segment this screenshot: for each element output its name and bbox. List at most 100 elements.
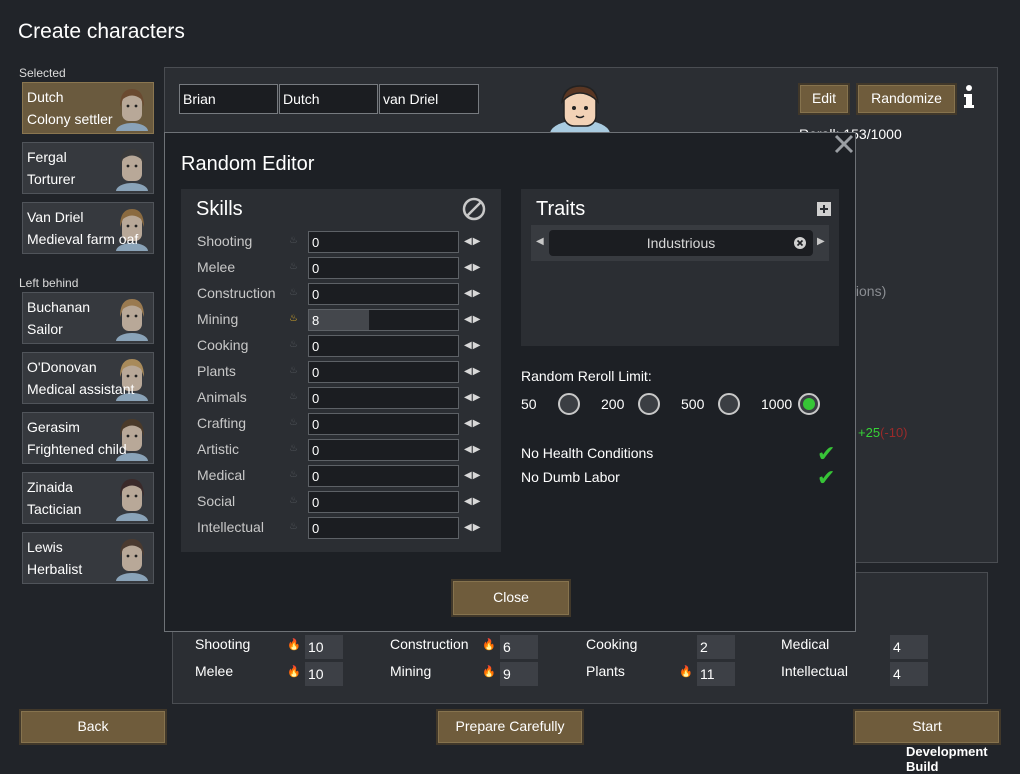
development-build-label: Development Build <box>906 744 988 774</box>
no-dumb-labor-label: No Dumb Labor <box>521 469 620 485</box>
passion-flame-icon[interactable]: ♨ <box>289 313 298 324</box>
info-icon[interactable] <box>962 84 976 110</box>
remove-trait-icon[interactable] <box>793 236 807 250</box>
skill-value-field[interactable]: 8 <box>308 309 459 331</box>
left-behind-pawn-card[interactable]: O'Donovan Medical assistant <box>22 352 154 409</box>
reroll-option-label: 500 <box>681 396 705 412</box>
passion-flame-icon[interactable]: ♨ <box>289 521 298 532</box>
clear-skills-icon[interactable] <box>462 197 486 221</box>
left-behind-pawn-card[interactable]: Buchanan Sailor <box>22 292 154 349</box>
decrease-arrow-icon[interactable]: ◀ <box>464 470 473 481</box>
close-icon[interactable] <box>833 133 855 155</box>
decrease-arrow-icon[interactable]: ◀ <box>464 288 473 299</box>
back-button[interactable]: Back <box>19 709 167 745</box>
increase-arrow-icon[interactable]: ▶ <box>473 418 482 429</box>
increase-arrow-icon[interactable]: ▶ <box>473 522 482 533</box>
left-behind-pawn-card[interactable]: Zinaida Tactician <box>22 472 154 529</box>
skill-value-field[interactable]: 0 <box>308 465 459 487</box>
skill-value-field[interactable]: 0 <box>308 283 459 305</box>
no-dumb-labor-checkbox[interactable]: ✔ <box>817 465 835 491</box>
no-health-conditions-checkbox[interactable]: ✔ <box>817 441 835 467</box>
passion-flame-icon[interactable]: ♨ <box>289 339 298 350</box>
increase-arrow-icon[interactable]: ▶ <box>473 314 482 325</box>
increase-arrow-icon[interactable]: ▶ <box>473 236 482 247</box>
skill-value-field[interactable]: 0 <box>308 491 459 513</box>
trait-row: ◀ Industrious ▶ <box>531 225 829 261</box>
decrease-arrow-icon[interactable]: ◀ <box>464 496 473 507</box>
nick-name-field[interactable]: Dutch <box>279 84 378 114</box>
pawn-portrait <box>115 537 149 589</box>
skill-stepper: ◀▶ <box>464 444 481 455</box>
skill-stepper: ◀▶ <box>464 340 481 351</box>
selected-pawn-card[interactable]: Dutch Colony settler <box>22 82 154 139</box>
summary-skill-label: Plants <box>586 663 625 679</box>
passion-flame-icon[interactable]: ♨ <box>289 235 298 246</box>
left-behind-pawn-card[interactable]: Lewis Herbalist <box>22 532 154 589</box>
reroll-option-radio[interactable] <box>718 393 740 415</box>
start-button[interactable]: Start <box>853 709 1001 745</box>
random-editor-dialog: Random Editor Skills Shooting ♨ 0 ◀▶ Melee ♨ 0… <box>164 132 856 632</box>
skill-value-field[interactable]: 0 <box>308 361 459 383</box>
edit-button[interactable]: Edit <box>798 83 850 115</box>
decrease-arrow-icon[interactable]: ◀ <box>464 314 473 325</box>
skill-value-field[interactable]: 0 <box>308 257 459 279</box>
first-name-field[interactable]: Brian <box>179 84 278 114</box>
left-behind-pawn-card[interactable]: Gerasim Frightened child <box>22 412 154 469</box>
page-title: Create characters <box>18 20 185 43</box>
last-name-field[interactable]: van Driel <box>379 84 479 114</box>
passion-flame-icon[interactable]: ♨ <box>289 261 298 272</box>
increase-arrow-icon[interactable]: ▶ <box>473 262 482 273</box>
passion-flame-icon[interactable]: ♨ <box>289 443 298 454</box>
passion-flame-icon[interactable]: ♨ <box>289 469 298 480</box>
decrease-arrow-icon[interactable]: ◀ <box>464 340 473 351</box>
pawn-name: Lewis <box>27 539 63 555</box>
increase-arrow-icon[interactable]: ▶ <box>473 366 482 377</box>
skill-value: 0 <box>312 365 320 380</box>
increase-arrow-icon[interactable]: ▶ <box>473 444 482 455</box>
skill-label: Artistic <box>197 441 239 457</box>
decrease-arrow-icon[interactable]: ◀ <box>464 392 473 403</box>
passion-flame-icon[interactable]: ♨ <box>289 495 298 506</box>
passion-flame-icon[interactable]: ♨ <box>289 417 298 428</box>
background-options-text: tions) <box>852 283 887 299</box>
skill-stepper: ◀▶ <box>464 314 481 325</box>
trait-prev-arrow[interactable]: ◀ <box>536 236 544 247</box>
skill-value-field[interactable]: 0 <box>308 231 459 253</box>
reroll-option-radio[interactable] <box>798 393 820 415</box>
skill-value-field[interactable]: 0 <box>308 387 459 409</box>
passion-flame-icon[interactable]: ♨ <box>289 287 298 298</box>
decrease-arrow-icon[interactable]: ◀ <box>464 418 473 429</box>
decrease-arrow-icon[interactable]: ◀ <box>464 366 473 377</box>
skill-value-field[interactable]: 0 <box>308 517 459 539</box>
reroll-option-label: 1000 <box>761 396 793 412</box>
trait-next-arrow[interactable]: ▶ <box>817 236 825 247</box>
increase-arrow-icon[interactable]: ▶ <box>473 288 482 299</box>
decrease-arrow-icon[interactable]: ◀ <box>464 444 473 455</box>
no-health-conditions-label: No Health Conditions <box>521 445 654 461</box>
skill-value-field[interactable]: 0 <box>308 439 459 461</box>
increase-arrow-icon[interactable]: ▶ <box>473 340 482 351</box>
decrease-arrow-icon[interactable]: ◀ <box>464 236 473 247</box>
skill-stepper: ◀▶ <box>464 496 481 507</box>
close-button[interactable]: Close <box>451 579 571 617</box>
selected-pawn-card[interactable]: Fergal Torturer <box>22 142 154 199</box>
increase-arrow-icon[interactable]: ▶ <box>473 470 482 481</box>
passion-flame-icon[interactable]: ♨ <box>289 391 298 402</box>
randomize-button[interactable]: Randomize <box>856 83 957 115</box>
passion-flame-icon[interactable]: ♨ <box>289 365 298 376</box>
increase-arrow-icon[interactable]: ▶ <box>473 496 482 507</box>
prepare-carefully-button[interactable]: Prepare Carefully <box>436 709 584 745</box>
mood-modifier: +25(-10) <box>858 425 908 440</box>
skill-label: Shooting <box>197 233 253 249</box>
selected-pawn-card[interactable]: Van Driel Medieval farm oaf <box>22 202 154 259</box>
skill-value-field[interactable]: 0 <box>308 335 459 357</box>
mood-positive: +25 <box>858 425 881 440</box>
reroll-option-radio[interactable] <box>638 393 660 415</box>
decrease-arrow-icon[interactable]: ◀ <box>464 262 473 273</box>
pawn-name: Fergal <box>27 149 67 165</box>
decrease-arrow-icon[interactable]: ◀ <box>464 522 473 533</box>
increase-arrow-icon[interactable]: ▶ <box>473 392 482 403</box>
skill-value-field[interactable]: 0 <box>308 413 459 435</box>
reroll-option-radio[interactable] <box>558 393 580 415</box>
add-trait-icon[interactable] <box>817 202 831 216</box>
